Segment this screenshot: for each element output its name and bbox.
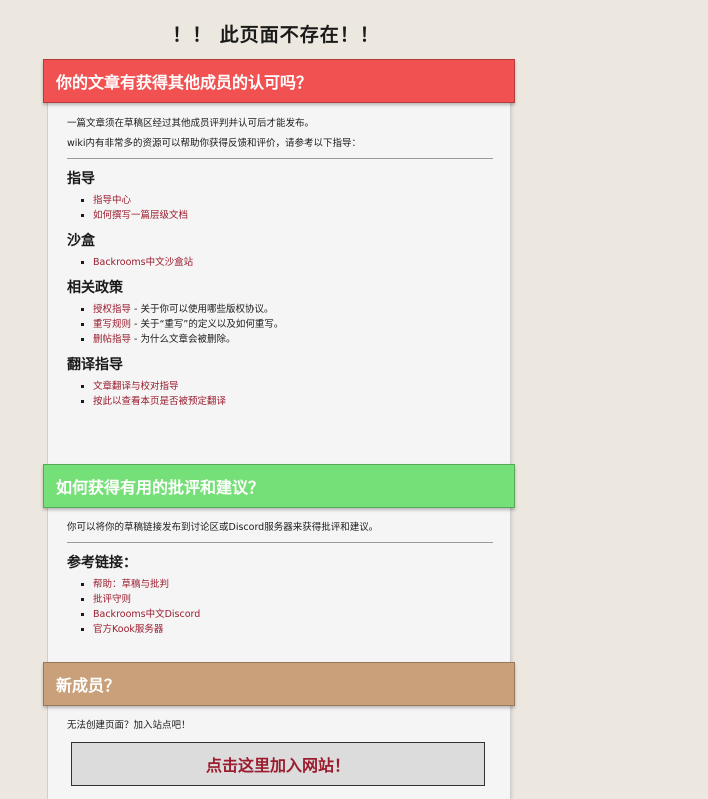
critique-intro: 你可以将你的草稿链接发布到讨论区或Discord服务器来获得批评和建议。 [67, 522, 379, 533]
translation-list: 文章翻译与校对指导 按此以查看本页是否被预定翻译 [67, 379, 493, 409]
join-site-label: 点击这里加入网站！ [205, 756, 350, 775]
new-member-banner: 新成员？ [43, 662, 515, 706]
new-member-intro: 无法创建页面？加入站点吧！ [67, 720, 191, 731]
list-item: 重写规则 - 关于“重写”的定义以及如何重写。 [93, 317, 493, 332]
translation-guide-link[interactable]: 文章翻译与校对指导 [93, 381, 179, 392]
approval-card: 一篇文章须在草稿区经过其他成员评判并认可后才能发布。 wiki内有非常多的资源可… [48, 96, 510, 468]
approval-banner: 你的文章有获得其他成员的认可吗？ [43, 59, 515, 103]
sandbox-heading: 沙盒 [67, 233, 95, 249]
approval-banner-title: 你的文章有获得其他成员的认可吗？ [56, 73, 313, 92]
divider [67, 542, 493, 543]
guide-center-link[interactable]: 指导中心 [93, 195, 131, 206]
deletion-guide-link[interactable]: 删帖指导 [93, 334, 131, 345]
critique-rules-link[interactable]: 批评守则 [93, 594, 131, 605]
list-item: 如何撰写一篇层级文档 [93, 208, 493, 223]
links-list: 帮助：草稿与批判 批评守则 Backrooms中文Discord 官方Kook服… [67, 577, 493, 637]
license-guide-link[interactable]: 授权指导 [93, 304, 131, 315]
critique-card: 你可以将你的草稿链接发布到讨论区或Discord服务器来获得批评和建议。 参考链… [48, 500, 510, 665]
kook-link[interactable]: 官方Kook服务器 [93, 624, 163, 635]
new-member-card: 无法创建页面？加入站点吧！ 点击这里加入网站！ [48, 700, 510, 799]
critique-banner-title: 如何获得有用的批评和建议？ [56, 478, 265, 497]
sandbox-site-link[interactable]: Backrooms中文沙盒站 [93, 257, 193, 268]
join-site-button[interactable]: 点击这里加入网站！ [71, 742, 485, 786]
policy-list: 授权指导 - 关于你可以使用哪些版权协议。 重写规则 - 关于“重写”的定义以及… [67, 302, 493, 347]
critique-banner: 如何获得有用的批评和建议？ [43, 464, 515, 508]
new-member-banner-title: 新成员？ [56, 676, 121, 695]
rewrite-rules-desc: - 关于“重写”的定义以及如何重写。 [131, 319, 284, 330]
divider [67, 158, 493, 159]
howto-tale-link[interactable]: 如何撰写一篇层级文档 [93, 210, 188, 221]
list-item: 批评守则 [93, 592, 493, 607]
list-item: 按此以查看本页是否被预定翻译 [93, 394, 493, 409]
discord-link[interactable]: Backrooms中文Discord [93, 609, 200, 620]
license-guide-desc: - 关于你可以使用哪些版权协议。 [131, 304, 274, 315]
guides-list: 指导中心 如何撰写一篇层级文档 [67, 193, 493, 223]
list-item: Backrooms中文Discord [93, 607, 493, 622]
guides-heading: 指导 [67, 171, 95, 187]
translation-heading: 翻译指导 [67, 357, 123, 373]
links-heading: 参考链接： [67, 555, 137, 571]
list-item: 文章翻译与校对指导 [93, 379, 493, 394]
rewrite-rules-link[interactable]: 重写规则 [93, 319, 131, 330]
list-item: 授权指导 - 关于你可以使用哪些版权协议。 [93, 302, 493, 317]
list-item: 删帖指导 - 为什么文章会被删除。 [93, 332, 493, 347]
deletion-guide-desc: - 为什么文章会被删除。 [131, 334, 236, 345]
help-draft-link[interactable]: 帮助：草稿与批判 [93, 579, 169, 590]
approval-intro-1: 一篇文章须在草稿区经过其他成员评判并认可后才能发布。 [67, 118, 315, 129]
approval-intro-2: wiki内有非常多的资源可以帮助你获得反馈和评价，请参考以下指导： [67, 138, 362, 149]
sandbox-list: Backrooms中文沙盒站 [67, 255, 493, 270]
policy-heading: 相关政策 [67, 280, 123, 296]
list-item: 官方Kook服务器 [93, 622, 493, 637]
page-title: ！！ 此页面不存在！！ [172, 24, 380, 46]
list-item: 指导中心 [93, 193, 493, 208]
list-item: 帮助：草稿与批判 [93, 577, 493, 592]
list-item: Backrooms中文沙盒站 [93, 255, 493, 270]
translation-reserve-link[interactable]: 按此以查看本页是否被预定翻译 [93, 396, 226, 407]
